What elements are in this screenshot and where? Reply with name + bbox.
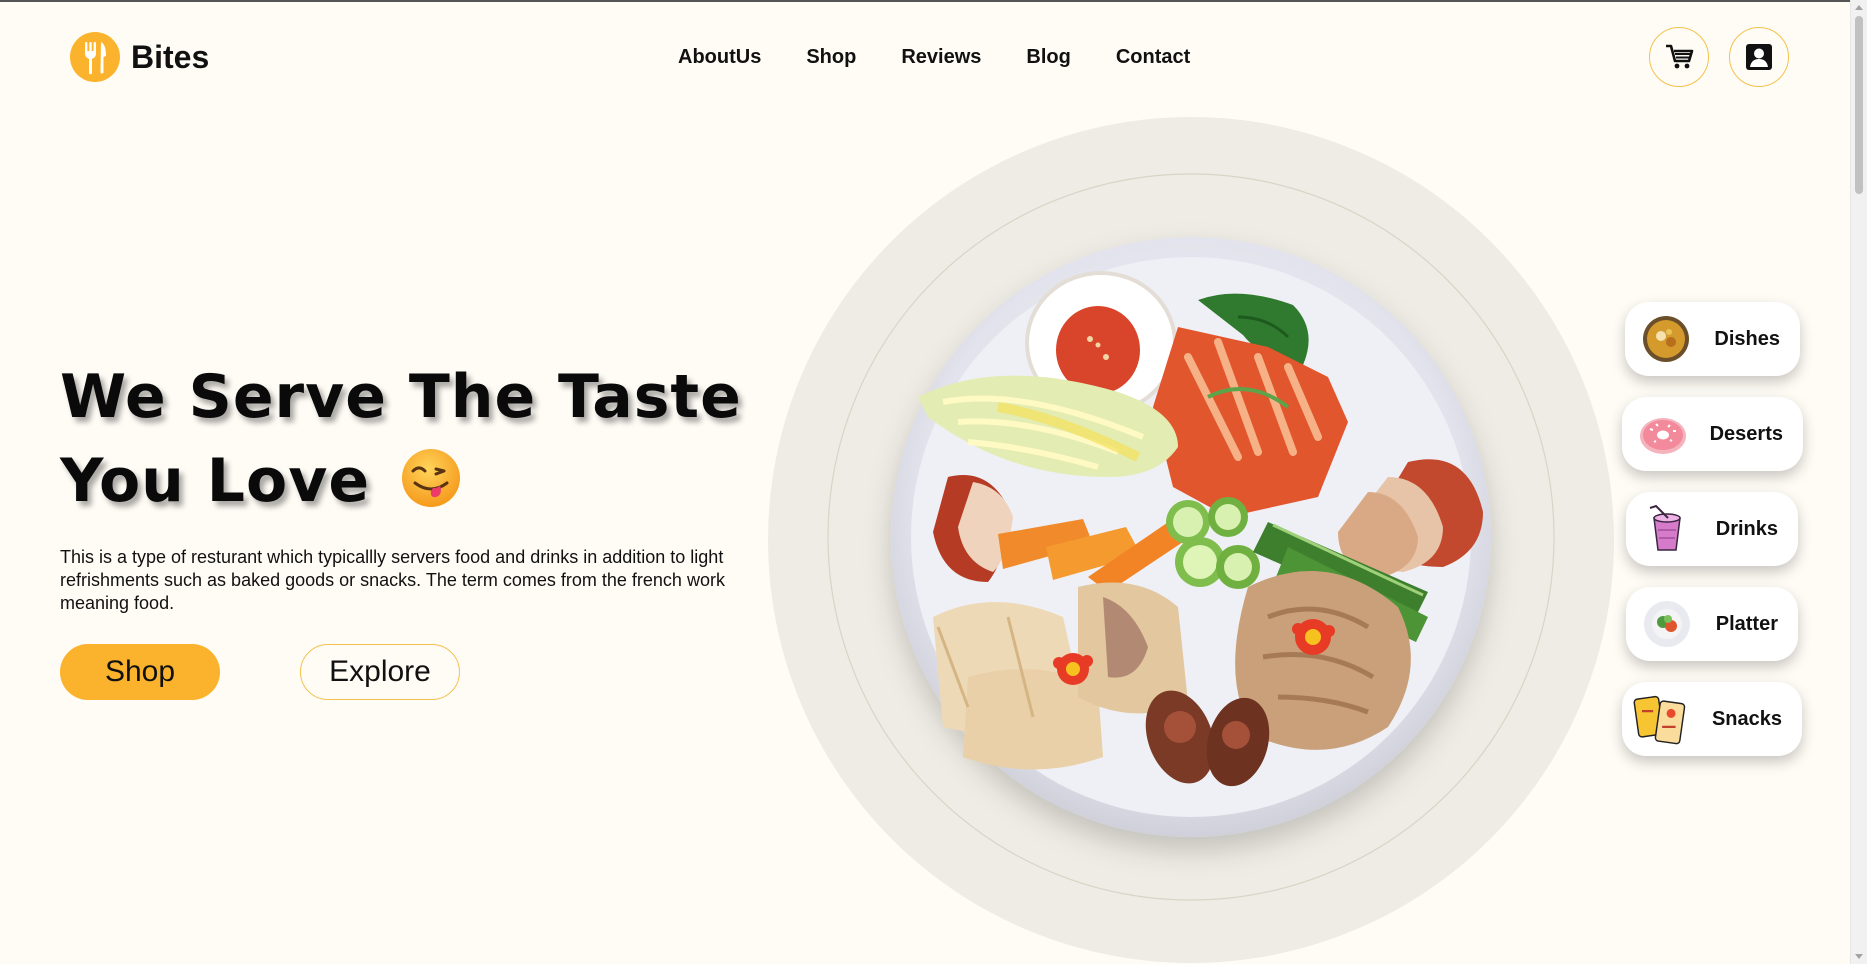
brand-logo[interactable]: Bites (70, 32, 209, 82)
smoothie-cup-icon (1649, 504, 1681, 551)
headline-line-2: You Love (60, 446, 371, 516)
vertical-scrollbar[interactable] (1850, 0, 1867, 964)
window-top-border (0, 0, 1867, 2)
scroll-up-arrow-icon[interactable] (1855, 5, 1863, 10)
category-label: Deserts (1709, 423, 1783, 445)
salad-plate-icon (1644, 601, 1690, 647)
scroll-down-arrow-icon[interactable] (1855, 954, 1863, 959)
nav-blog[interactable]: Blog (1026, 46, 1070, 69)
category-label: Drinks (1715, 518, 1778, 540)
category-drinks[interactable]: Drinks (1626, 492, 1798, 566)
headline-line-1: We Serve The Taste (60, 362, 742, 432)
category-label: Dishes (1714, 328, 1780, 350)
hero-headline: We Serve The Taste You Love (60, 355, 760, 523)
category-platter[interactable]: Platter (1626, 587, 1798, 661)
hero-description: This is a type of resturant which typica… (60, 547, 725, 613)
category-label: Platter (1715, 613, 1778, 635)
fork-knife-icon (70, 32, 120, 82)
nav-shop[interactable]: Shop (806, 46, 856, 69)
scrollbar-thumb[interactable] (1855, 16, 1863, 194)
nav-aboutus[interactable]: AboutUs (678, 46, 761, 69)
category-label: Snacks (1711, 708, 1782, 730)
account-button[interactable] (1729, 27, 1789, 87)
main-nav: AboutUs Shop Reviews Blog Contact (678, 46, 1235, 69)
donut-icon (1640, 418, 1686, 454)
category-snacks[interactable]: Snacks (1622, 682, 1802, 756)
nav-reviews[interactable]: Reviews (901, 46, 981, 69)
nav-contact[interactable]: Contact (1116, 46, 1190, 69)
hero-food-plate-image (768, 117, 1614, 963)
shop-button[interactable]: Shop (60, 644, 220, 700)
account-icon (1746, 44, 1772, 70)
chips-bag-icon (1633, 695, 1686, 745)
cart-icon (1666, 44, 1694, 69)
cart-button[interactable] (1649, 27, 1709, 87)
brand-name: Bites (131, 38, 210, 75)
category-dishes[interactable]: Dishes (1625, 302, 1800, 376)
category-deserts[interactable]: Deserts (1622, 397, 1803, 471)
yum-emoji-icon (400, 447, 462, 509)
explore-button[interactable]: Explore (300, 644, 460, 700)
curry-bowl-icon (1643, 316, 1689, 362)
